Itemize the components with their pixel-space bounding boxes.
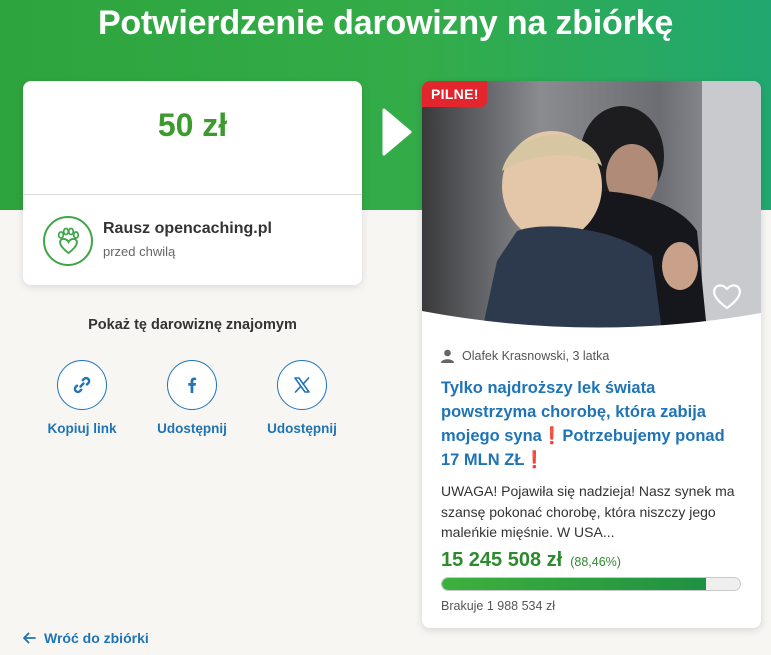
x-icon (294, 377, 310, 393)
divider (23, 194, 362, 195)
campaign-description: UWAGA! Pojawiła się nadzieja! Nasz synek… (441, 483, 735, 540)
link-icon (73, 376, 91, 394)
progress-bar (441, 577, 741, 591)
x-share-button[interactable]: Udostępnij (257, 360, 347, 436)
page-title: Potwierdzenie darowizny na zbiórkę (97, 4, 674, 42)
campaign-title-link[interactable]: Tylko najdroższy lek świata powstrzyma c… (441, 376, 746, 472)
share-circle (167, 360, 217, 410)
back-link-label: Wróć do zbiórki (44, 630, 149, 646)
donation-card: 50 zł Rausz opencaching.pl przed chwilą (23, 81, 362, 285)
share-heading: Pokaż tę darowiznę znajomym (88, 317, 297, 333)
raised-amount: 15 245 508 zł (441, 549, 563, 571)
author-label: Olafek Krasnowski, 3 latka (462, 349, 610, 363)
x-share-label: Udostępnij (267, 421, 337, 436)
share-circle (57, 360, 107, 410)
donation-amount: 50 zł (157, 107, 228, 143)
donor-avatar (43, 216, 93, 266)
campaign-author: Olafek Krasnowski, 3 latka (441, 349, 609, 363)
copy-link-button[interactable]: Kopiuj link (37, 360, 127, 436)
missing-amount: Brakuje 1 988 534 zł (441, 599, 555, 613)
donor-name: Rausz opencaching.pl (103, 220, 272, 237)
copy-link-label: Kopiuj link (47, 421, 117, 436)
back-to-campaign-link[interactable]: Wróć do zbiórki (22, 630, 149, 646)
urgent-badge: PILNE! (422, 81, 487, 107)
paw-heart-icon (57, 227, 80, 255)
donation-time: przed chwilą (103, 244, 176, 259)
user-icon (441, 349, 454, 363)
share-circle (277, 360, 327, 410)
facebook-share-label: Udostępnij (157, 421, 227, 436)
progress-fill (442, 578, 706, 590)
arrow-right-icon (382, 108, 412, 156)
raised-percent: (88,46%) (570, 555, 621, 569)
raised-summary: 15 245 508 zł (88,46%) (441, 549, 621, 572)
heart-icon[interactable] (712, 282, 742, 310)
campaign-photo[interactable] (422, 81, 761, 331)
facebook-icon (188, 377, 197, 393)
facebook-share-button[interactable]: Udostępnij (147, 360, 237, 436)
campaign-card[interactable]: PILNE! Olafek Krasnowski, 3 latka Tylko … (422, 81, 761, 628)
arrow-left-icon (23, 632, 36, 644)
